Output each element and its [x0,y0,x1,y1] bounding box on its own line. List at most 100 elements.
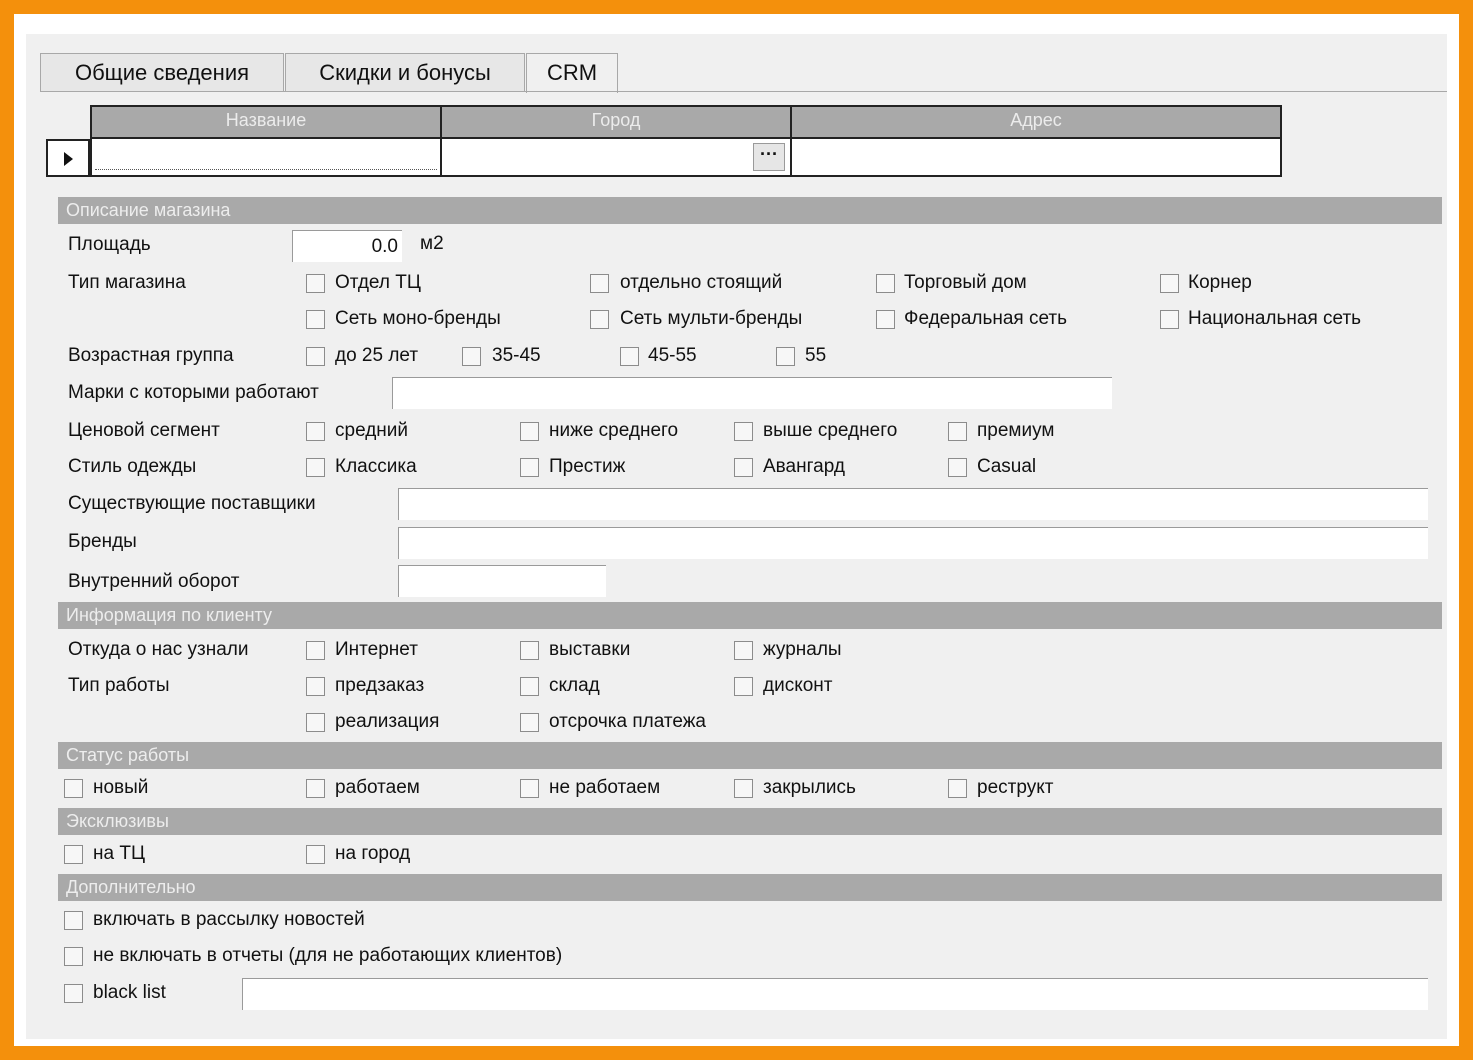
exclusive-mall-label: на ТЦ [93,843,145,864]
age-under25-label: до 25 лет [335,345,419,366]
status-working-checkbox[interactable] [306,779,325,798]
age-55-checkbox[interactable] [776,347,795,366]
status-working-label: работаем [335,777,420,798]
brands-worked-input[interactable] [392,377,1112,409]
tab-discounts[interactable]: Скидки и бонусы [285,53,525,91]
age-45-55-checkbox[interactable] [620,347,639,366]
price-mid-label: средний [335,420,409,441]
section-extra-title: Дополнительно [66,877,196,897]
status-new-checkbox[interactable] [64,779,83,798]
brands-input[interactable] [398,527,1428,559]
store-type-mono-label: Сеть моно-бренды [335,308,501,329]
tab-divider [40,91,1447,92]
store-type-multi-label: Сеть мульти-бренды [620,308,803,329]
suppliers-input[interactable] [398,488,1428,520]
cell-focus-dotted [95,169,437,170]
style-casual-checkbox[interactable] [948,458,967,477]
grid-cell-city[interactable]: ··· [440,139,790,177]
extra-exclude-reports-label: не включать в отчеты (для не работающих … [93,945,563,966]
extra-blacklist-label: black list [93,982,166,1003]
work-discount-label: дисконт [763,675,833,696]
source-internet-checkbox[interactable] [306,641,325,660]
area-unit: м2 [420,233,444,254]
section-store-title: Описание магазина [66,200,231,220]
style-avantgarde-checkbox[interactable] [734,458,753,477]
price-premium-checkbox[interactable] [948,422,967,441]
exclusive-city-label: на город [335,843,411,864]
suppliers-label: Существующие поставщики [68,493,316,514]
city-ellipsis-button[interactable]: ··· [753,143,785,171]
grid-header-name[interactable]: Название [90,105,440,139]
store-type-dept-checkbox[interactable] [306,274,325,293]
price-segment-label: Ценовой сегмент [68,420,220,441]
store-type-standalone-label: отдельно стоящий [620,272,783,293]
section-status: Статус работы [58,742,1442,769]
style-casual-label: Casual [977,456,1037,477]
clothing-style-label: Стиль одежды [68,456,197,477]
price-above-mid-checkbox[interactable] [734,422,753,441]
status-not-working-checkbox[interactable] [520,779,539,798]
extra-newsletter-checkbox[interactable] [64,911,83,930]
age-55-label: 55 [805,345,827,366]
source-magazines-checkbox[interactable] [734,641,753,660]
status-restructuring-checkbox[interactable] [948,779,967,798]
row-pointer-icon [64,152,73,166]
extra-exclude-reports-checkbox[interactable] [64,947,83,966]
status-closed-checkbox[interactable] [734,779,753,798]
area-input[interactable]: 0.0 [292,230,402,262]
price-below-mid-checkbox[interactable] [520,422,539,441]
store-type-national-checkbox[interactable] [1160,310,1179,329]
source-label: Откуда о нас узнали [68,639,249,660]
store-type-corner-label: Корнер [1188,272,1252,293]
price-premium-label: премиум [977,420,1055,441]
style-prestige-checkbox[interactable] [520,458,539,477]
section-exclusive-title: Эксклюзивы [66,811,169,831]
work-deferred-label: отсрочка платежа [549,711,706,732]
store-type-multi-checkbox[interactable] [590,310,609,329]
exclusive-city-checkbox[interactable] [306,845,325,864]
age-under25-checkbox[interactable] [306,347,325,366]
store-type-tradehouse-label: Торговый дом [904,272,1027,293]
exclusive-mall-checkbox[interactable] [64,845,83,864]
source-exhibitions-label: выставки [549,639,631,660]
style-avantgarde-label: Авангард [763,456,845,477]
work-consignment-checkbox[interactable] [306,713,325,732]
store-type-standalone-checkbox[interactable] [590,274,609,293]
store-type-tradehouse-checkbox[interactable] [876,274,895,293]
style-classic-checkbox[interactable] [306,458,325,477]
work-preorder-label: предзаказ [335,675,425,696]
grid-header-city[interactable]: Город [440,105,790,139]
grid-cell-name[interactable] [90,139,440,177]
style-classic-label: Классика [335,456,417,477]
store-type-dept-label: Отдел ТЦ [335,272,421,293]
age-45-55-label: 45-55 [648,345,697,366]
work-warehouse-checkbox[interactable] [520,677,539,696]
brands-label: Бренды [68,531,137,552]
area-label: Площадь [68,234,151,255]
section-client: Информация по клиенту [58,602,1442,629]
store-type-corner-checkbox[interactable] [1160,274,1179,293]
source-magazines-label: журналы [763,639,842,660]
tab-general[interactable]: Общие сведения [40,53,284,91]
status-not-working-label: не работаем [549,777,661,798]
blacklist-reason-input[interactable] [242,978,1428,1010]
price-above-mid-label: выше среднего [763,420,898,441]
tab-crm[interactable]: CRM [526,53,618,93]
source-exhibitions-checkbox[interactable] [520,641,539,660]
store-type-mono-checkbox[interactable] [306,310,325,329]
store-type-national-label: Национальная сеть [1188,308,1362,329]
work-preorder-checkbox[interactable] [306,677,325,696]
row-indicator[interactable] [46,139,90,177]
price-mid-checkbox[interactable] [306,422,325,441]
section-status-title: Статус работы [66,745,190,765]
turnover-input[interactable] [398,565,606,597]
work-deferred-checkbox[interactable] [520,713,539,732]
grid-cell-address[interactable] [790,139,1282,177]
section-exclusive: Эксклюзивы [58,808,1442,835]
age-35-45-checkbox[interactable] [462,347,481,366]
grid-header-address[interactable]: Адрес [790,105,1282,139]
extra-blacklist-checkbox[interactable] [64,984,83,1003]
store-type-federal-checkbox[interactable] [876,310,895,329]
age-35-45-label: 35-45 [492,345,541,366]
work-discount-checkbox[interactable] [734,677,753,696]
